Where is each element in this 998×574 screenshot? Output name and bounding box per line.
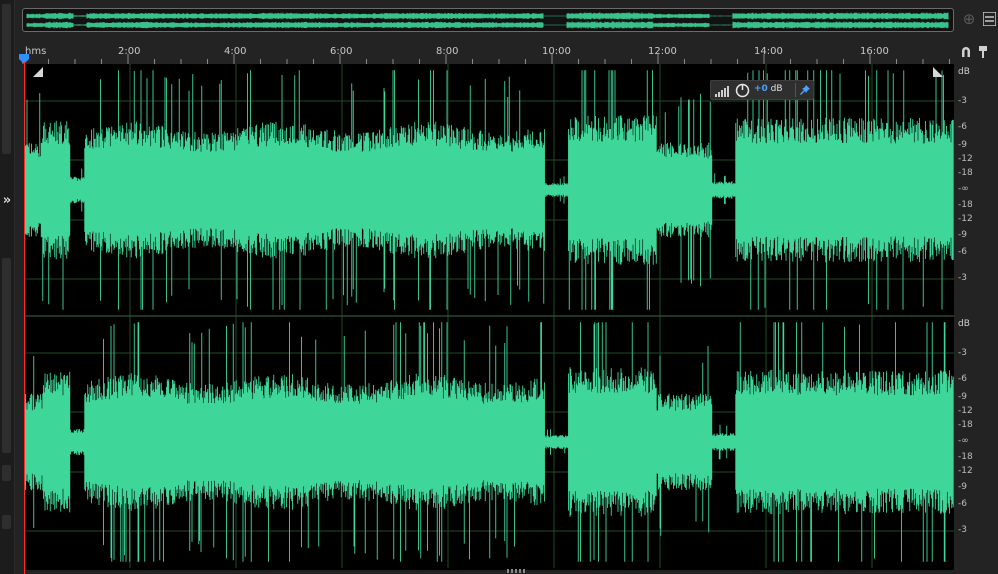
level-bars-icon <box>715 86 729 97</box>
db-tick-label: -6 <box>958 247 967 257</box>
gain-value[interactable]: +0 dB <box>754 84 783 94</box>
zoom-crosshair-icon[interactable]: ⊕ <box>960 10 978 28</box>
panel-resize-grip[interactable] <box>507 569 527 573</box>
gain-value-number: +0 <box>754 84 768 94</box>
ruler-tick-label: 10:00 <box>542 46 571 57</box>
ruler-tick-label: 6:00 <box>330 46 353 57</box>
db-tick-label: -18 <box>958 168 973 178</box>
gain-knob-icon[interactable] <box>735 83 750 98</box>
ruler-ticks <box>22 54 950 64</box>
db-tick-label: -∞ <box>958 436 969 446</box>
db-tick-label: -12 <box>958 466 973 476</box>
playhead-line[interactable] <box>24 62 25 574</box>
panel-scroll-segment[interactable] <box>2 515 11 529</box>
hud-volume-control[interactable]: +0 dB <box>710 80 814 100</box>
db-tick-label: -9 <box>958 482 967 492</box>
snap-magnet-icon[interactable] <box>960 46 972 58</box>
time-ruler[interactable]: hms 2:00 4:00 6:00 8:00 10:00 12:00 14:00 16:00 <box>22 42 952 64</box>
marker-pin-icon[interactable] <box>978 46 988 58</box>
amplitude-ruler[interactable]: dB dB -3 -6 -9 -12 -18 -∞ -18 -12 -9 -6 -3 -3 -6 -9 -1… <box>954 64 998 570</box>
ruler-tick-label: 12:00 <box>648 46 677 57</box>
db-tick-label: -6 <box>958 499 967 509</box>
db-tick-label: -18 <box>958 200 973 210</box>
channel-left <box>23 64 954 316</box>
overview-waveform-graphic <box>26 12 949 29</box>
db-tick-label: -∞ <box>958 184 969 194</box>
db-tick-label: -3 <box>958 273 967 283</box>
ruler-tick-label: 16:00 <box>860 46 889 57</box>
db-tick-label: -3 <box>958 348 967 358</box>
overview-waveform[interactable] <box>22 8 954 32</box>
db-tick-label: -12 <box>958 154 973 164</box>
hud-divider <box>795 83 796 97</box>
db-tick-label: -6 <box>958 374 967 384</box>
pin-icon[interactable] <box>800 85 810 95</box>
db-unit-label: dB <box>958 67 970 77</box>
overview-trace <box>26 12 949 29</box>
db-tick-label: -18 <box>958 452 973 462</box>
waveform-trace <box>23 322 954 562</box>
db-tick-label: -18 <box>958 420 973 430</box>
db-tick-label: -9 <box>958 392 967 402</box>
double-chevron-right-icon[interactable]: » <box>1 192 13 210</box>
panel-scroll-segment[interactable] <box>2 4 11 154</box>
gain-value-unit: dB <box>767 84 783 94</box>
db-tick-label: -9 <box>958 140 967 150</box>
ruler-tick-label: 14:00 <box>754 46 783 57</box>
ruler-tick-label: 4:00 <box>224 46 247 57</box>
channel-right <box>23 316 954 568</box>
ruler-tick-label: 2:00 <box>118 46 141 57</box>
waveform-trace <box>23 70 954 310</box>
panel-scroll-segment[interactable] <box>2 465 11 481</box>
ruler-tick-label: 8:00 <box>436 46 459 57</box>
panel-scroll-segment[interactable] <box>2 258 11 453</box>
db-tick-label: -12 <box>958 406 973 416</box>
db-tick-label: -6 <box>958 122 967 132</box>
db-unit-label: dB <box>958 319 970 329</box>
db-tick-label: -12 <box>958 214 973 224</box>
waveform-graphic <box>23 64 954 568</box>
db-tick-label: -9 <box>958 230 967 240</box>
left-panel-strip <box>0 0 15 574</box>
db-tick-label: -3 <box>958 525 967 535</box>
panel-menu-icon[interactable] <box>983 12 996 26</box>
waveform-editor[interactable] <box>23 64 954 570</box>
db-tick-label: -3 <box>958 96 967 106</box>
